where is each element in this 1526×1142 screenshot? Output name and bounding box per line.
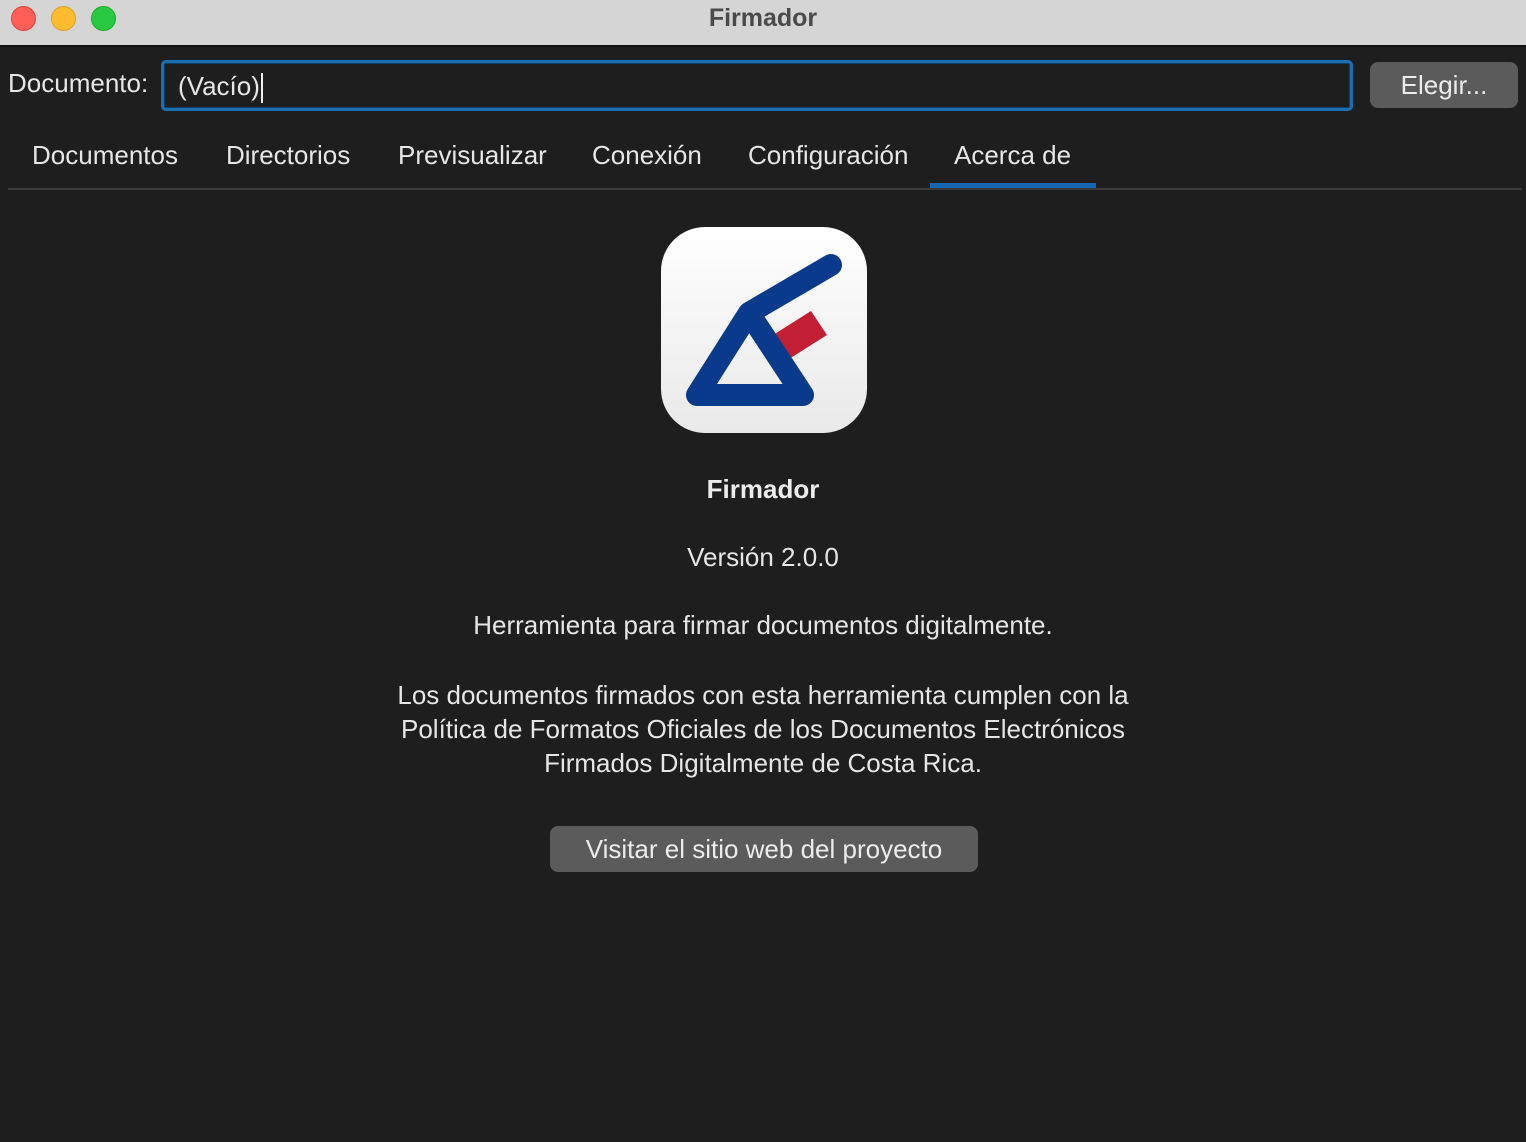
tab-directorios[interactable]: Directorios [226,140,350,171]
tab-acerca-de[interactable]: Acerca de [954,140,1071,171]
choose-document-button[interactable]: Elegir... [1370,62,1518,108]
visit-website-button[interactable]: Visitar el sitio web del proyecto [550,826,978,872]
tab-documentos[interactable]: Documentos [32,140,178,171]
document-path-field[interactable]: (Vacío) [161,60,1353,111]
app-name: Firmador [706,474,820,504]
selected-tab-indicator [930,183,1096,188]
title-bar: Firmador [0,0,1526,47]
text-caret [260,73,263,104]
firmador-logo-icon [661,227,867,433]
document-path-value: (Vacío) [178,71,260,101]
tab-conexion[interactable]: Conexión [592,140,702,171]
policy-line: Política de Formatos Oficiales de los Do… [401,714,1125,744]
window-title: Firmador [708,4,818,32]
tab-bar: Documentos Directorios Previsualizar Con… [8,128,1522,190]
tab-configuracion[interactable]: Configuración [748,140,908,171]
policy-line: Los documentos firmados con esta herrami… [397,680,1129,710]
version-text: Versión 2.0.0 [687,542,839,572]
policy-text: Los documentos firmados con esta herrami… [0,678,1526,780]
policy-line: Firmados Digitalmente de Costa Rica. [544,748,982,778]
app-window: Firmador Documento: (Vacío) Elegir... Do… [0,0,1526,1142]
description-text: Herramienta para firmar documentos digit… [473,610,1053,640]
tab-previsualizar[interactable]: Previsualizar [398,140,547,171]
document-label: Documento: [8,68,149,98]
